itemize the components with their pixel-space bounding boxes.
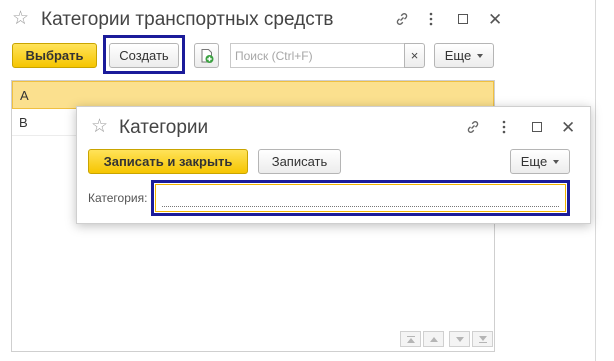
favorite-star-icon[interactable]: ☆: [12, 9, 29, 28]
search-input[interactable]: Поиск (Ctrl+F): [230, 43, 405, 68]
scroll-top-button[interactable]: [400, 331, 421, 347]
bar-icon: [478, 341, 487, 343]
chevron-down-icon: [553, 159, 560, 164]
link-icon[interactable]: [465, 119, 481, 135]
scroll-down-button[interactable]: [449, 331, 470, 347]
more-vertical-icon[interactable]: [428, 11, 434, 27]
favorite-star-icon[interactable]: ☆: [91, 117, 108, 136]
scroll-bottom-button[interactable]: [472, 331, 493, 347]
save-button[interactable]: Записать: [258, 149, 341, 174]
new-document-button[interactable]: [194, 43, 219, 68]
chevron-down-icon: [477, 53, 484, 58]
more-label: Еще: [520, 154, 548, 169]
link-icon[interactable]: [394, 11, 410, 27]
list-item-label: B: [19, 114, 28, 130]
more-button[interactable]: Еще: [510, 149, 570, 174]
list-item[interactable]: A: [12, 81, 494, 109]
category-field-input[interactable]: [155, 184, 566, 212]
category-field-label: Категория:: [88, 191, 148, 205]
close-icon[interactable]: ✕: [488, 11, 502, 28]
scroll-up-button[interactable]: [423, 331, 444, 347]
more-vertical-icon[interactable]: [501, 119, 507, 135]
create-button[interactable]: Создать: [109, 43, 179, 68]
save-and-close-button[interactable]: Записать и закрыть: [88, 149, 248, 174]
search-placeholder: Поиск (Ctrl+F): [235, 48, 313, 63]
search-clear-button[interactable]: ×: [404, 43, 425, 68]
new-document-icon: [201, 48, 213, 63]
maximize-icon[interactable]: [458, 14, 468, 24]
more-label: Еще: [444, 48, 472, 63]
arrow-down-icon: [478, 335, 487, 341]
category-dialog: ☆ Категории ✕ Записать и закрыть Записат…: [76, 106, 591, 224]
window-title: Категории транспортных средств: [41, 9, 334, 30]
maximize-icon[interactable]: [532, 122, 542, 132]
category-field-underline: [162, 206, 559, 207]
arrow-down-icon: [455, 336, 464, 342]
more-button[interactable]: Еще: [434, 43, 494, 68]
close-icon[interactable]: ✕: [561, 119, 575, 136]
list-item-label: A: [20, 87, 29, 103]
arrow-up-icon: [406, 337, 415, 343]
dialog-title: Категории: [119, 117, 209, 138]
arrow-up-icon: [429, 336, 438, 342]
category-highlight-frame: [151, 180, 570, 216]
select-button[interactable]: Выбрать: [12, 43, 97, 68]
bar-icon: [406, 335, 415, 337]
